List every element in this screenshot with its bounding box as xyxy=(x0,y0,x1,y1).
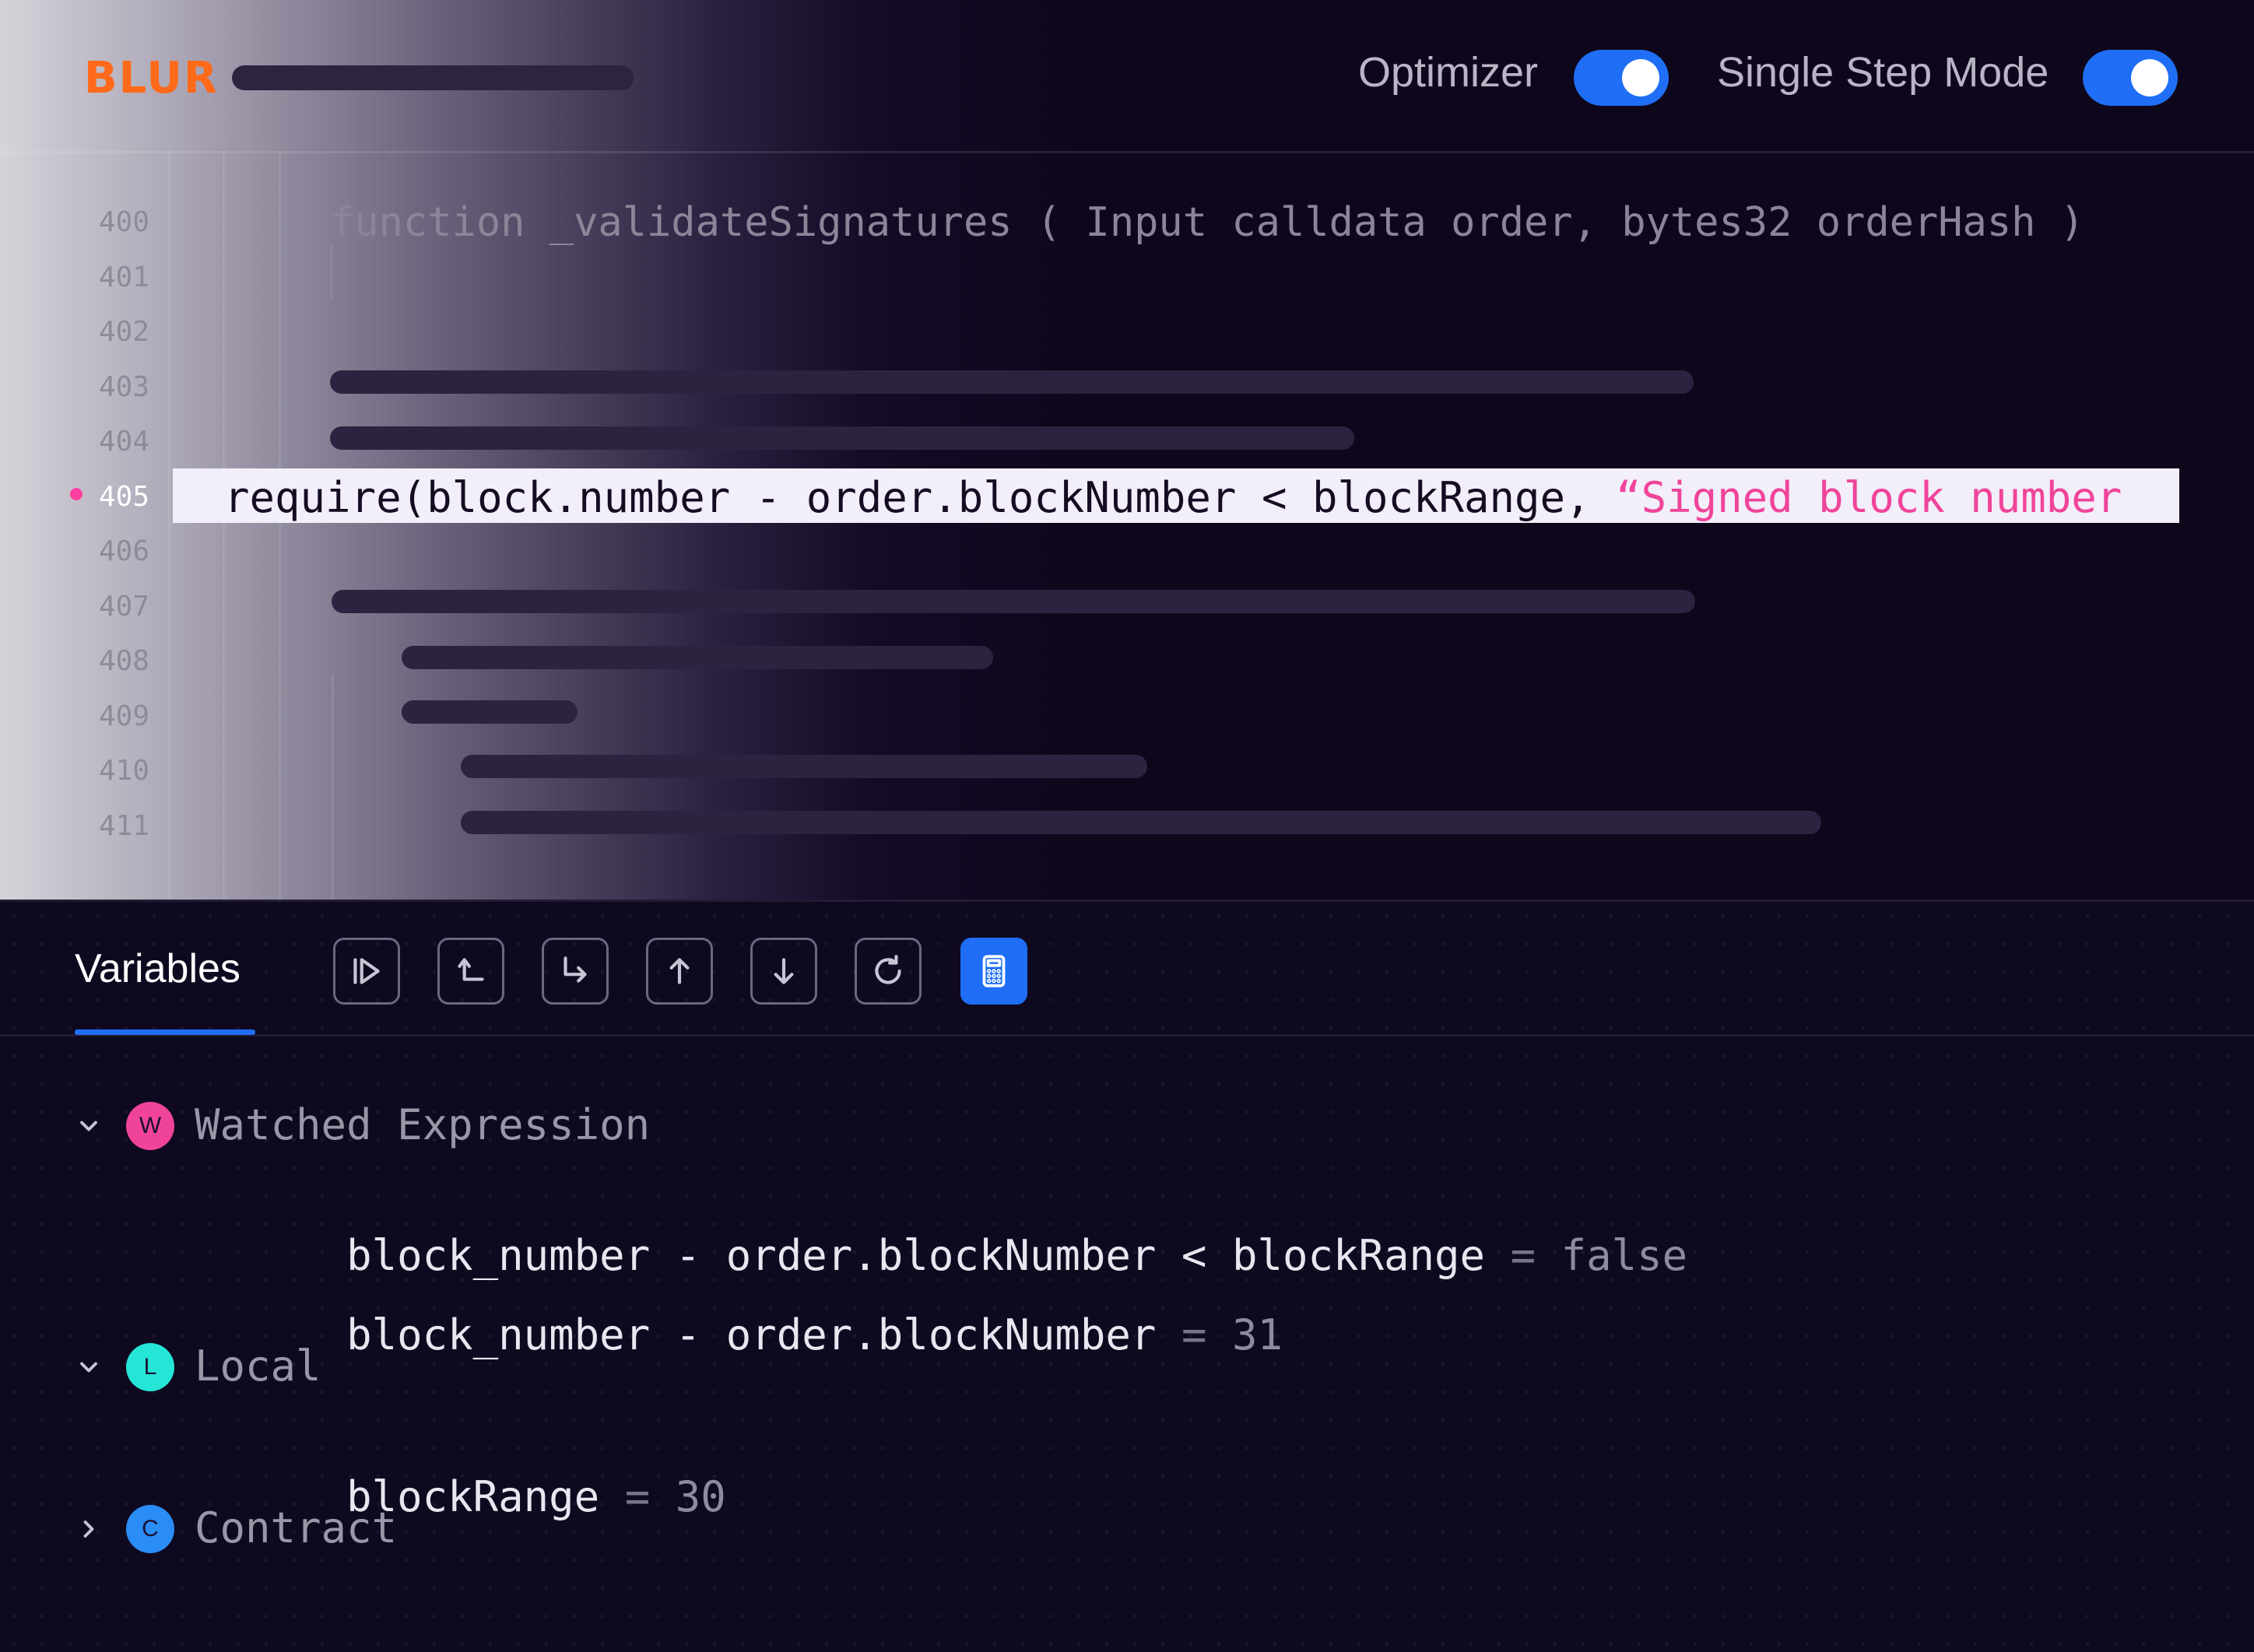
single-step-mode-label: Single Step Mode xyxy=(1717,49,2049,96)
blur-logo: BLUR xyxy=(84,53,219,103)
variable-value: 31 xyxy=(1231,1310,1283,1359)
line-number-active[interactable]: 405 xyxy=(47,482,149,513)
code-placeholder-line xyxy=(402,700,578,724)
watched-badge: W xyxy=(126,1102,174,1150)
debug-panel: Variables W Watched Expression block_num… xyxy=(0,900,2254,1652)
step-up-button[interactable] xyxy=(646,938,713,1005)
step-down-button[interactable] xyxy=(750,938,817,1005)
step-over-button[interactable] xyxy=(542,938,609,1005)
equals-sign: = xyxy=(1510,1231,1536,1280)
toggle-knob xyxy=(2131,59,2168,96)
indent-guide xyxy=(279,151,281,900)
indent-guide xyxy=(332,674,334,900)
step-into-button[interactable] xyxy=(333,938,400,1005)
code-placeholder-line xyxy=(461,755,1147,778)
chevron-right-icon[interactable] xyxy=(75,1515,103,1543)
code-editor-area: BLUR Optimizer Single Step Mode 400 401 … xyxy=(0,0,2254,900)
file-path-placeholder xyxy=(232,65,634,90)
local-badge: L xyxy=(126,1343,174,1391)
arrow-up-icon xyxy=(669,958,690,984)
restart-button[interactable] xyxy=(855,938,922,1005)
tab-variables[interactable]: Variables xyxy=(75,945,240,992)
equals-sign: = xyxy=(624,1472,651,1521)
optimizer-label: Optimizer xyxy=(1358,49,1539,96)
breakpoint-dot[interactable] xyxy=(70,488,83,500)
line-number[interactable]: 403 xyxy=(47,372,149,403)
group-watched-expression[interactable]: Watched Expression xyxy=(195,1100,650,1149)
step-back-icon xyxy=(458,958,484,981)
step-back-button[interactable] xyxy=(437,938,504,1005)
equals-sign: = xyxy=(1181,1310,1207,1359)
variable-value: false xyxy=(1561,1231,1688,1280)
group-contract[interactable]: Contract xyxy=(195,1503,397,1552)
chevron-down-icon[interactable] xyxy=(75,1353,103,1381)
line-number[interactable]: 409 xyxy=(47,701,149,732)
indent-guide xyxy=(223,151,225,900)
text-caret xyxy=(330,244,332,299)
contract-badge: C xyxy=(126,1505,174,1553)
step-into-icon xyxy=(353,958,380,984)
debug-toolbar: Variables xyxy=(0,902,2254,1036)
line-number[interactable]: 411 xyxy=(47,811,149,842)
function-signature-line: function _validateSignatures ( Input cal… xyxy=(330,199,2085,246)
gutter-divider xyxy=(168,151,170,900)
code-placeholder-line xyxy=(330,370,1694,394)
optimizer-toggle[interactable] xyxy=(1574,50,1669,106)
line-number[interactable]: 401 xyxy=(47,262,149,293)
toggle-knob xyxy=(1622,59,1659,96)
arrow-down-icon xyxy=(774,958,794,984)
line-number[interactable]: 406 xyxy=(47,536,149,567)
variable-expression: block_number - order.blockNumber xyxy=(346,1310,1157,1359)
active-tab-indicator xyxy=(75,1029,255,1035)
line-number[interactable]: 400 xyxy=(47,207,149,238)
variable-row[interactable]: block_number - order.blockNumber = 31 xyxy=(195,1261,1283,1408)
highlighted-code-text: require(block.number - order.blockNumber… xyxy=(224,473,2122,522)
calculator-icon xyxy=(982,955,1006,987)
line-number[interactable]: 410 xyxy=(47,756,149,787)
line-number[interactable]: 402 xyxy=(47,317,149,348)
chevron-down-icon[interactable] xyxy=(75,1112,103,1140)
code-placeholder-line xyxy=(332,590,1695,613)
code-placeholder-line xyxy=(402,646,993,669)
restart-icon xyxy=(875,955,901,984)
single-step-mode-toggle[interactable] xyxy=(2083,50,2178,106)
code-placeholder-line xyxy=(330,426,1354,450)
variable-value: 30 xyxy=(675,1472,726,1521)
app-header: BLUR Optimizer Single Step Mode xyxy=(0,0,2254,153)
group-local[interactable]: Local xyxy=(195,1342,321,1391)
line-number[interactable]: 407 xyxy=(47,591,149,623)
highlighted-code-line[interactable]: require(block.number - order.blockNumber… xyxy=(173,468,2179,523)
line-number[interactable]: 408 xyxy=(47,646,149,677)
code-placeholder-line xyxy=(461,811,1821,834)
line-number[interactable]: 404 xyxy=(47,426,149,458)
step-over-icon xyxy=(564,956,587,983)
string-literal: “Signed block number xyxy=(1616,473,2122,522)
calculator-button[interactable] xyxy=(960,938,1027,1005)
